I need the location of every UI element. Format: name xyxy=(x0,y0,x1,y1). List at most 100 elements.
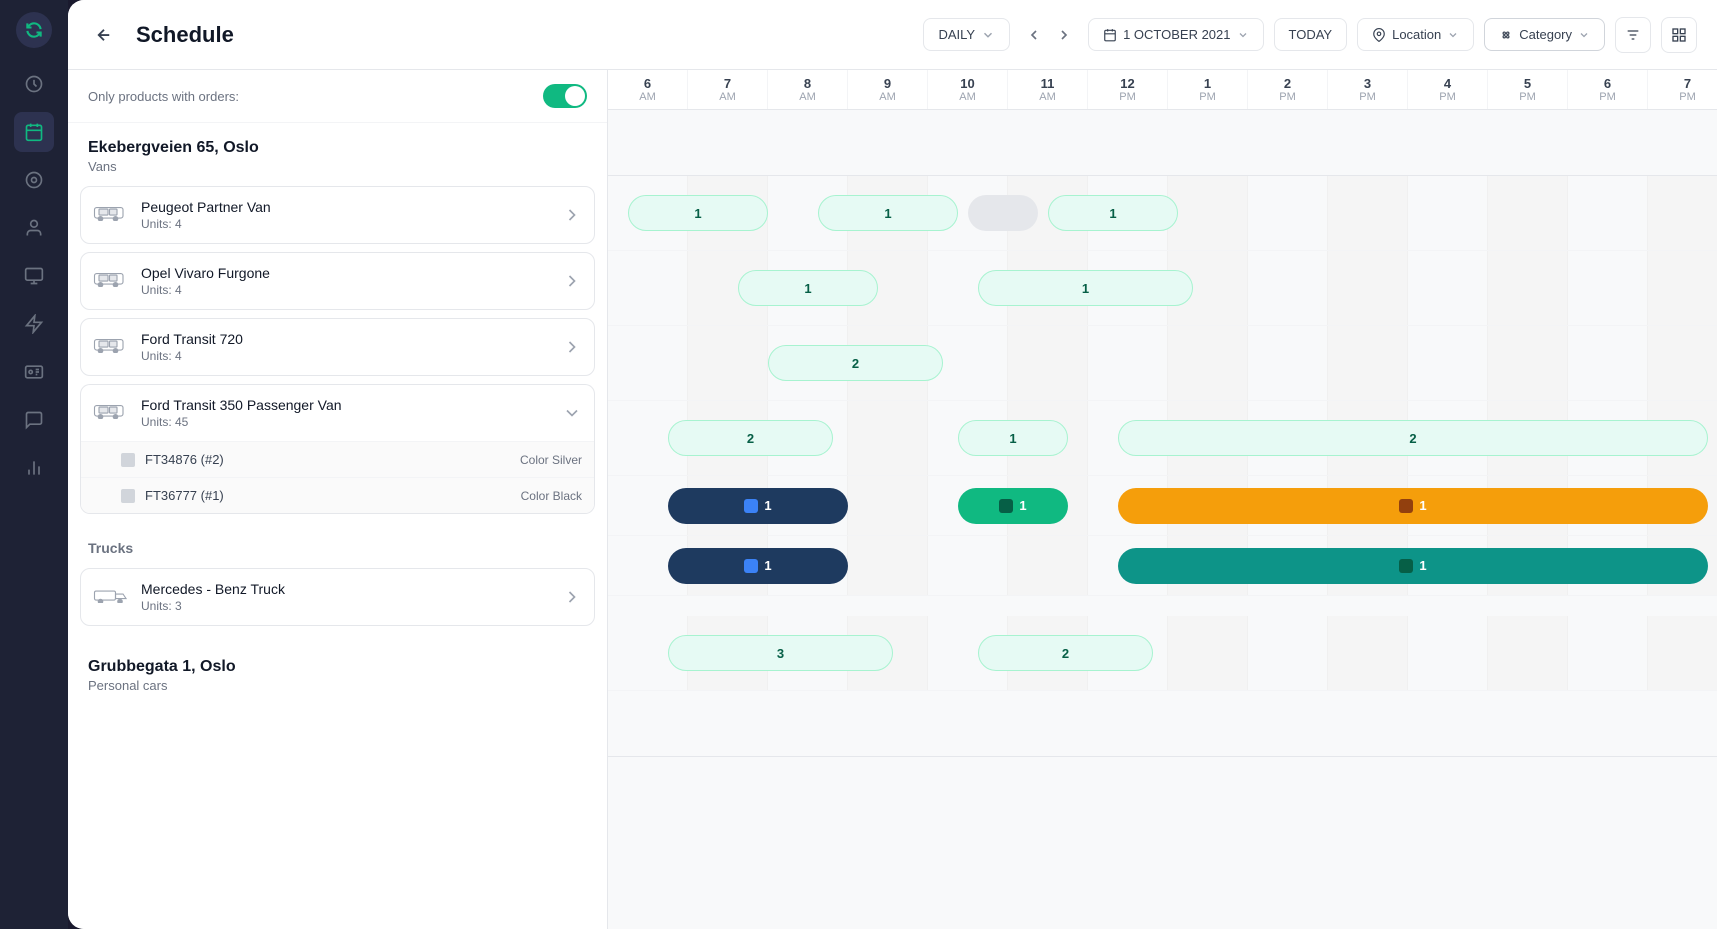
location-dropdown[interactable]: Location xyxy=(1357,18,1474,51)
vehicle-item-ford720[interactable]: Ford Transit 720 Units: 4 xyxy=(80,318,595,376)
block-ft36777-2[interactable]: 1 xyxy=(1118,548,1708,584)
time-header: 6 AM 7 AM 8 AM 9 AM 10 AM xyxy=(608,70,1717,110)
vehicle-item-peugeot[interactable]: Peugeot Partner Van Units: 4 xyxy=(80,186,595,244)
vehicle-item-mercedes[interactable]: Mercedes - Benz Truck Units: 3 xyxy=(80,568,595,626)
sidebar-item-chart[interactable] xyxy=(14,448,54,488)
block-peugeot-3[interactable]: 1 xyxy=(1048,195,1178,231)
block-ft34876-1[interactable]: 1 xyxy=(668,488,848,524)
vehicle-list-vans: Peugeot Partner Van Units: 4 xyxy=(68,178,607,530)
location-section-2: Grubbegata 1, Oslo Personal cars xyxy=(68,642,607,697)
sub-item-ft34876[interactable]: FT34876 (#2) Color Silver xyxy=(81,441,594,477)
category-dropdown[interactable]: Category xyxy=(1484,18,1605,51)
app-logo[interactable] xyxy=(16,12,52,48)
left-panel: Only products with orders: Ekebergveien … xyxy=(68,70,608,929)
indicator-ft34876-3 xyxy=(1399,499,1413,513)
vehicle-sub-items-ford350: FT34876 (#2) Color Silver FT36777 (#1) C… xyxy=(80,441,595,514)
nav-arrows xyxy=(1020,21,1078,49)
vehicle-name-mercedes: Mercedes - Benz Truck xyxy=(141,581,562,597)
sub-icon-ft36777 xyxy=(121,489,135,503)
vehicle-item-opel[interactable]: Opel Vivaro Furgone Units: 4 xyxy=(80,252,595,310)
block-ft34876-3[interactable]: 1 xyxy=(1118,488,1708,524)
block-peugeot-1[interactable]: 1 xyxy=(628,195,768,231)
block-ft34876-2[interactable]: 1 xyxy=(958,488,1068,524)
sub-name-ft36777: FT36777 (#1) xyxy=(145,488,521,503)
time-cell-2pm: 2 PM xyxy=(1248,70,1328,109)
block-ford350-1[interactable]: 2 xyxy=(668,420,833,456)
time-cell-6am: 6 AM xyxy=(608,70,688,109)
location-category-1: Vans xyxy=(88,159,587,174)
location-section-1: Ekebergveien 65, Oslo Vans xyxy=(68,123,607,178)
timeline-row-ft36777: 1 1 xyxy=(608,536,1717,596)
sidebar-item-chat[interactable] xyxy=(14,400,54,440)
chevron-down-icon-ford350 xyxy=(562,403,582,423)
indicator-ft34876-1 xyxy=(744,499,758,513)
block-peugeot-gray[interactable] xyxy=(968,195,1038,231)
sidebar-item-lightning[interactable] xyxy=(14,304,54,344)
van-icon-1 xyxy=(93,203,129,227)
view-dropdown[interactable]: DAILY xyxy=(923,18,1010,51)
indicator-ft36777-2 xyxy=(1399,559,1413,573)
timeline-row-mercedes: 3 2 xyxy=(608,616,1717,691)
vehicle-item-ford350[interactable]: Ford Transit 350 Passenger Van Units: 45 xyxy=(80,384,595,441)
filter-label: Only products with orders: xyxy=(88,89,239,104)
trucks-spacer xyxy=(608,596,1717,616)
block-opel-1[interactable]: 1 xyxy=(738,270,878,306)
next-arrow[interactable] xyxy=(1050,21,1078,49)
vehicle-name-ford350: Ford Transit 350 Passenger Van xyxy=(141,397,562,413)
filter-toggle[interactable] xyxy=(543,84,587,108)
van-icon-4 xyxy=(93,401,129,425)
time-cell-7am: 7 AM xyxy=(688,70,768,109)
block-ft36777-1[interactable]: 1 xyxy=(668,548,848,584)
vehicle-units-ford350: Units: 45 xyxy=(141,415,562,429)
block-opel-2[interactable]: 1 xyxy=(978,270,1193,306)
block-mercedes-2[interactable]: 2 xyxy=(978,635,1153,671)
filter-bar: Only products with orders: xyxy=(68,70,607,123)
vehicle-units-ford720: Units: 4 xyxy=(141,349,562,363)
time-cell-1pm: 1 PM xyxy=(1168,70,1248,109)
sidebar-item-orders[interactable] xyxy=(14,160,54,200)
header-controls: DAILY 1 OCTOBER 2021 TODAY Location xyxy=(923,17,1697,53)
sidebar-item-calendar[interactable] xyxy=(14,112,54,152)
vehicle-units-mercedes: Units: 3 xyxy=(141,599,562,613)
indicator-ft36777-1 xyxy=(744,559,758,573)
today-button[interactable]: TODAY xyxy=(1274,18,1348,51)
block-mercedes-1[interactable]: 3 xyxy=(668,635,893,671)
prev-arrow[interactable] xyxy=(1020,21,1048,49)
content-area: Only products with orders: Ekebergveien … xyxy=(68,70,1717,929)
filter-icon-button[interactable] xyxy=(1615,17,1651,53)
block-ford350-3[interactable]: 2 xyxy=(1118,420,1708,456)
block-ford350-2[interactable]: 1 xyxy=(958,420,1068,456)
header: Schedule DAILY 1 OCTOBER 2021 TODAY xyxy=(68,0,1717,70)
vehicle-units-peugeot: Units: 4 xyxy=(141,217,562,231)
block-peugeot-2[interactable]: 1 xyxy=(818,195,958,231)
time-cell-4pm: 4 PM xyxy=(1408,70,1488,109)
main-content: Schedule DAILY 1 OCTOBER 2021 TODAY xyxy=(68,0,1717,929)
sidebar-item-users[interactable] xyxy=(14,208,54,248)
vehicle-units-opel: Units: 4 xyxy=(141,283,562,297)
sidebar-item-pos[interactable] xyxy=(14,256,54,296)
van-icon-2 xyxy=(93,269,129,293)
trucks-section-header: Trucks xyxy=(68,530,607,560)
truck-icon-1 xyxy=(93,585,129,609)
sidebar-item-history[interactable] xyxy=(14,64,54,104)
sub-color-ft34876: Color Silver xyxy=(520,453,582,467)
timeline-row-ft34876: 1 1 1 xyxy=(608,476,1717,536)
date-picker[interactable]: 1 OCTOBER 2021 xyxy=(1088,18,1263,51)
sub-icon-ft34876 xyxy=(121,453,135,467)
chevron-right-icon-opel xyxy=(562,271,582,291)
location-name-2: Grubbegata 1, Oslo xyxy=(88,658,587,676)
layout-icon-button[interactable] xyxy=(1661,17,1697,53)
vehicle-name-ford720: Ford Transit 720 xyxy=(141,331,562,347)
back-button[interactable] xyxy=(88,19,120,51)
timeline-area: 6 AM 7 AM 8 AM 9 AM 10 AM xyxy=(608,70,1717,929)
vehicle-list-trucks: Mercedes - Benz Truck Units: 3 xyxy=(68,560,607,642)
time-cell-8am: 8 AM xyxy=(768,70,848,109)
block-ford720-1[interactable]: 2 xyxy=(768,345,943,381)
sidebar-item-id[interactable] xyxy=(14,352,54,392)
time-cell-9am: 9 AM xyxy=(848,70,928,109)
chevron-right-icon-ford720 xyxy=(562,337,582,357)
loc-header-spacer xyxy=(608,110,1717,176)
sub-item-ft36777[interactable]: FT36777 (#1) Color Black xyxy=(81,477,594,513)
chevron-right-icon-peugeot xyxy=(562,205,582,225)
timeline-row-peugeot: 1 1 1 xyxy=(608,176,1717,251)
